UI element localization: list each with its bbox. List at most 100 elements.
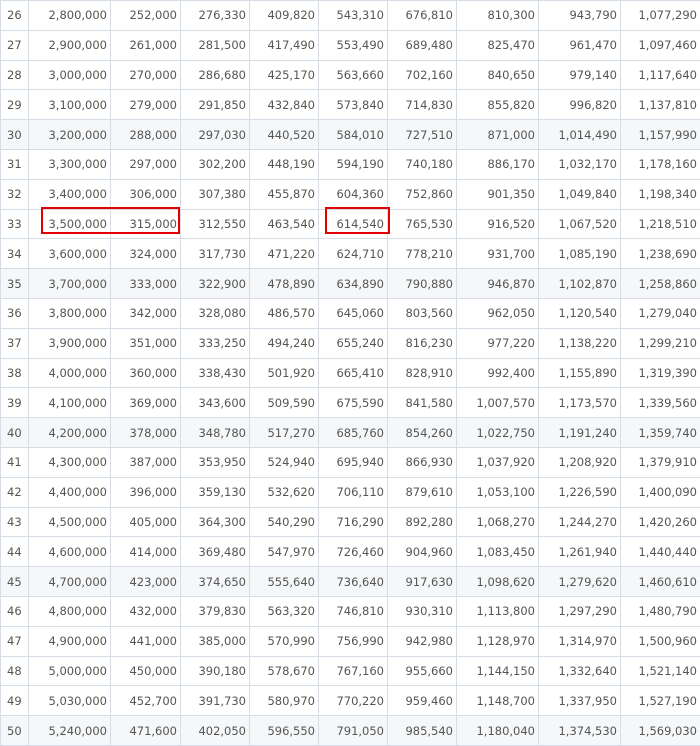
amount-cell: 1,420,260 [621, 507, 700, 537]
amount-cell: 348,780 [181, 418, 250, 448]
amount-cell: 855,820 [457, 90, 539, 120]
amount-cell: 448,190 [250, 149, 319, 179]
amount-cell: 1,400,090 [621, 477, 700, 507]
amount-cell: 655,240 [319, 328, 388, 358]
amount-cell: 333,250 [181, 328, 250, 358]
amount-cell: 770,220 [319, 686, 388, 716]
table-row: 474,900,000441,000385,000570,990756,9909… [1, 626, 700, 656]
amount-cell: 1,180,040 [457, 716, 539, 746]
amount-cell: 1,191,240 [539, 418, 621, 448]
amount-cell: 1,339,560 [621, 388, 700, 418]
table-body: 262,800,000252,000276,330409,820543,3106… [1, 1, 700, 746]
amount-cell: 1,049,840 [539, 179, 621, 209]
amount-cell: 396,000 [111, 477, 181, 507]
amount-cell: 338,430 [181, 358, 250, 388]
amount-cell: 931,700 [457, 239, 539, 269]
amount-cell: 387,000 [111, 447, 181, 477]
amount-cell: 414,000 [111, 537, 181, 567]
row-number-cell: 26 [1, 1, 29, 31]
table-row: 272,900,000261,000281,500417,490553,4906… [1, 30, 700, 60]
amount-cell: 463,540 [250, 209, 319, 239]
amount-cell: 840,650 [457, 60, 539, 90]
amount-cell: 353,950 [181, 447, 250, 477]
row-number-cell: 47 [1, 626, 29, 656]
table-row: 363,800,000342,000328,080486,570645,0608… [1, 298, 700, 328]
row-number-cell: 44 [1, 537, 29, 567]
amount-cell: 3,300,000 [29, 149, 111, 179]
amount-cell: 695,940 [319, 447, 388, 477]
amount-cell: 1,379,910 [621, 447, 700, 477]
amount-cell: 892,280 [388, 507, 457, 537]
amount-cell: 1,359,740 [621, 418, 700, 448]
table-row: 343,600,000324,000317,730471,220624,7107… [1, 239, 700, 269]
amount-cell: 992,400 [457, 358, 539, 388]
amount-cell: 4,000,000 [29, 358, 111, 388]
amount-cell: 4,100,000 [29, 388, 111, 418]
amount-cell: 917,630 [388, 567, 457, 597]
table-row: 434,500,000405,000364,300540,290716,2908… [1, 507, 700, 537]
amount-cell: 714,830 [388, 90, 457, 120]
amount-cell: 543,310 [319, 1, 388, 31]
amount-cell: 555,640 [250, 567, 319, 597]
amount-cell: 1,297,290 [539, 596, 621, 626]
amount-cell: 767,160 [319, 656, 388, 686]
row-number-cell: 43 [1, 507, 29, 537]
row-number-cell: 50 [1, 716, 29, 746]
amount-cell: 1,261,940 [539, 537, 621, 567]
amount-cell: 685,760 [319, 418, 388, 448]
amount-cell: 281,500 [181, 30, 250, 60]
table-row: 444,600,000414,000369,480547,970726,4609… [1, 537, 700, 567]
amount-cell: 342,000 [111, 298, 181, 328]
amount-cell: 1,007,570 [457, 388, 539, 418]
table-row: 404,200,000378,000348,780517,270685,7608… [1, 418, 700, 448]
amount-cell: 871,000 [457, 120, 539, 150]
amount-cell: 279,000 [111, 90, 181, 120]
amount-cell: 1,521,140 [621, 656, 700, 686]
amount-cell: 369,480 [181, 537, 250, 567]
amount-cell: 252,000 [111, 1, 181, 31]
amount-cell: 471,220 [250, 239, 319, 269]
amount-cell: 547,970 [250, 537, 319, 567]
amount-cell: 1,319,390 [621, 358, 700, 388]
amount-cell: 803,560 [388, 298, 457, 328]
row-number-cell: 29 [1, 90, 29, 120]
amount-cell: 1,117,640 [621, 60, 700, 90]
amount-cell: 5,030,000 [29, 686, 111, 716]
amount-cell: 1,014,490 [539, 120, 621, 150]
row-number-cell: 27 [1, 30, 29, 60]
amount-cell: 904,960 [388, 537, 457, 567]
amount-cell: 359,130 [181, 477, 250, 507]
amount-cell: 1,144,150 [457, 656, 539, 686]
amount-cell: 791,050 [319, 716, 388, 746]
row-number-cell: 28 [1, 60, 29, 90]
amount-cell: 1,500,960 [621, 626, 700, 656]
amount-cell: 962,050 [457, 298, 539, 328]
amount-cell: 689,480 [388, 30, 457, 60]
table-row: 262,800,000252,000276,330409,820543,3106… [1, 1, 700, 31]
amount-cell: 540,290 [250, 507, 319, 537]
row-number-cell: 41 [1, 447, 29, 477]
amount-cell: 312,550 [181, 209, 250, 239]
amount-cell: 841,580 [388, 388, 457, 418]
amount-cell: 3,500,000 [29, 209, 111, 239]
amount-cell: 333,000 [111, 269, 181, 299]
amount-cell: 425,170 [250, 60, 319, 90]
data-table-container: 262,800,000252,000276,330409,820543,3106… [0, 0, 700, 746]
table-row: 454,700,000423,000374,650555,640736,6409… [1, 567, 700, 597]
amount-cell: 1,279,040 [621, 298, 700, 328]
amount-cell: 979,140 [539, 60, 621, 90]
amount-cell: 816,230 [388, 328, 457, 358]
amount-cell: 959,460 [388, 686, 457, 716]
amount-cell: 1,137,810 [621, 90, 700, 120]
amount-cell: 391,730 [181, 686, 250, 716]
amount-cell: 580,970 [250, 686, 319, 716]
amount-cell: 3,600,000 [29, 239, 111, 269]
amount-cell: 5,240,000 [29, 716, 111, 746]
amount-cell: 977,220 [457, 328, 539, 358]
amount-cell: 1,067,520 [539, 209, 621, 239]
amount-cell: 3,100,000 [29, 90, 111, 120]
amount-cell: 1,053,100 [457, 477, 539, 507]
amount-cell: 1,314,970 [539, 626, 621, 656]
amount-cell: 276,330 [181, 1, 250, 31]
amount-cell: 1,178,160 [621, 149, 700, 179]
